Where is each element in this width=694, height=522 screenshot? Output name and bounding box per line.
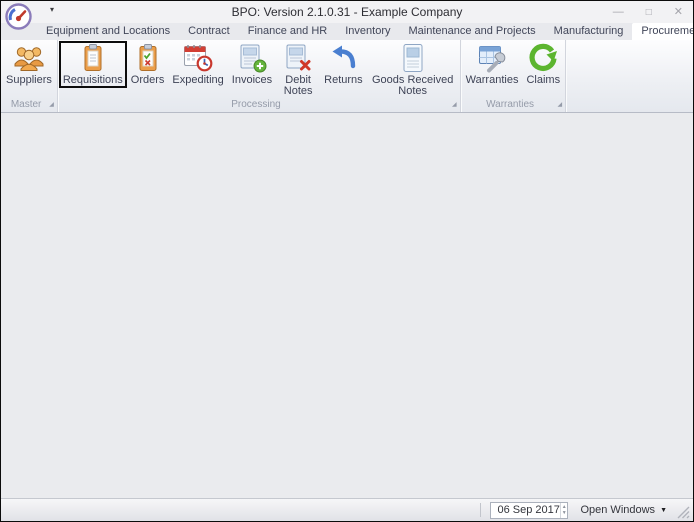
ribbon-group-footer: Warranties ◢ — [461, 98, 565, 112]
suppliers-icon — [13, 43, 45, 73]
invoices-button[interactable]: Invoices — [228, 41, 276, 87]
goods-received-notes-button[interactable]: Goods Received Notes — [367, 41, 459, 98]
ribbon-button-label: Claims — [526, 74, 561, 86]
chevron-down-icon: ▼ — [660, 506, 667, 514]
application-window: ▾ BPO: Version 2.1.0.31 - Example Compan… — [0, 0, 694, 522]
tab-maintenance-and-projects[interactable]: Maintenance and Projects — [399, 23, 544, 40]
window-controls: — □ ✕ — [613, 1, 683, 23]
requisitions-button[interactable]: Requisitions — [58, 41, 127, 88]
ribbon-button-label: Goods Received Notes — [372, 74, 454, 97]
ribbon-group-footer: Processing ◢ — [58, 98, 460, 112]
ribbon-group-processing: Requisitions Orders Expediting Invoices … — [58, 40, 461, 112]
suppliers-button[interactable]: Suppliers — [2, 41, 56, 87]
ribbon-button-label: Requisitions — [62, 74, 123, 86]
tab-inventory[interactable]: Inventory — [336, 23, 399, 40]
orders-icon — [132, 43, 164, 73]
window-title: BPO: Version 2.1.0.31 - Example Company — [231, 5, 463, 19]
invoices-icon — [236, 43, 268, 73]
expediting-button[interactable]: Expediting — [168, 41, 227, 87]
ribbon-button-label: Debit Notes — [283, 74, 313, 97]
orders-button[interactable]: Orders — [127, 41, 169, 87]
ribbon-button-label: Orders — [130, 74, 165, 86]
ribbon-group-footer: Master ◢ — [1, 98, 57, 112]
ribbon-group-title: Warranties — [486, 98, 535, 110]
tab-procurement[interactable]: Procurement — [632, 23, 693, 40]
debit-notes-button[interactable]: Debit Notes — [276, 41, 320, 98]
status-bar: 06 Sep 2017 ▲ ▼ Open Windows ▼ — [1, 498, 693, 521]
returns-button[interactable]: Returns — [320, 41, 367, 87]
claims-button[interactable]: Claims — [522, 41, 564, 87]
open-windows-dropdown[interactable]: Open Windows ▼ — [580, 504, 667, 516]
minimize-button[interactable]: — — [613, 6, 624, 18]
main-content-area — [1, 113, 693, 498]
open-windows-label: Open Windows — [580, 504, 656, 516]
goods-received-notes-icon — [397, 43, 429, 73]
returns-icon — [327, 43, 359, 73]
ribbon-group-warranties: Warranties Claims Warranties ◢ — [461, 40, 567, 112]
tab-finance-and-hr[interactable]: Finance and HR — [239, 23, 337, 40]
maximize-button[interactable]: □ — [646, 7, 652, 18]
dialog-launcher-icon[interactable]: ◢ — [49, 101, 54, 108]
statusbar-separator — [480, 503, 482, 517]
spinner-down-icon[interactable]: ▼ — [562, 510, 567, 516]
tab-equipment-and-locations[interactable]: Equipment and Locations — [37, 23, 179, 40]
title-bar: ▾ BPO: Version 2.1.0.31 - Example Compan… — [1, 1, 693, 30]
debit-notes-icon — [282, 43, 314, 73]
ribbon-group-title: Master — [10, 98, 42, 110]
warranties-icon — [476, 43, 508, 73]
claims-icon — [527, 43, 559, 73]
date-value[interactable]: 06 Sep 2017 — [491, 504, 559, 516]
tab-contract[interactable]: Contract — [179, 23, 239, 40]
ribbon-group-master: Suppliers Master ◢ — [1, 40, 58, 112]
expediting-icon — [182, 43, 214, 73]
ribbon-button-label: Expediting — [172, 74, 224, 86]
ribbon-tab-bar: Equipment and Locations Contract Finance… — [1, 23, 693, 40]
dialog-launcher-icon[interactable]: ◢ — [452, 101, 457, 108]
ribbon: Suppliers Master ◢ Requisitions Orders E… — [1, 40, 693, 113]
tab-manufacturing[interactable]: Manufacturing — [545, 23, 633, 40]
warranties-button[interactable]: Warranties — [462, 41, 523, 87]
ribbon-button-label: Suppliers — [6, 74, 52, 86]
ribbon-button-label: Returns — [324, 74, 363, 86]
app-logo-icon[interactable] — [5, 3, 32, 30]
ribbon-group-title: Processing — [231, 98, 281, 110]
requisitions-icon — [77, 43, 109, 73]
date-spinner[interactable]: ▲ ▼ — [559, 502, 568, 518]
ribbon-button-label: Invoices — [231, 74, 273, 86]
date-field[interactable]: 06 Sep 2017 ▲ ▼ — [490, 501, 569, 519]
ribbon-empty-area — [566, 40, 693, 112]
resize-grip[interactable] — [677, 506, 690, 519]
dialog-launcher-icon[interactable]: ◢ — [557, 101, 562, 108]
close-button[interactable]: ✕ — [674, 6, 683, 18]
ribbon-button-label: Warranties — [465, 74, 519, 86]
